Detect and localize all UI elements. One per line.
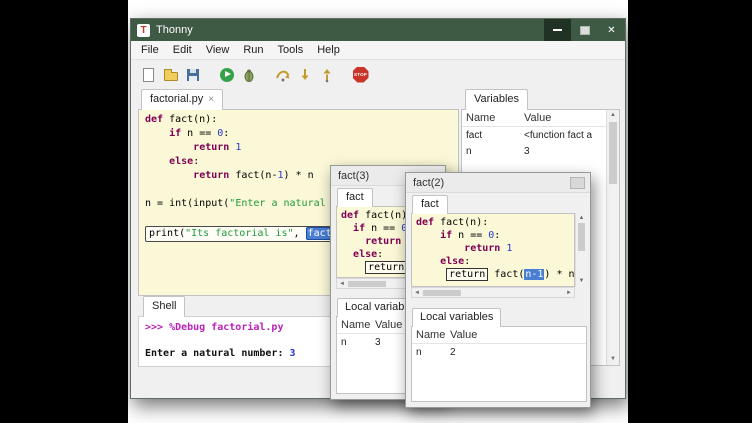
menu-item-view[interactable]: View — [199, 42, 237, 58]
table-cell: n — [462, 146, 520, 157]
tab-fact[interactable]: fact — [337, 188, 373, 207]
save-file-icon[interactable] — [184, 66, 201, 83]
title-bar[interactable]: T Thonny ✕ — [131, 19, 625, 41]
maximize-button[interactable] — [571, 19, 598, 41]
window-controls: ✕ — [544, 19, 625, 41]
table-row[interactable]: fact<function fact a — [462, 127, 606, 143]
scroll-right-icon[interactable]: ► — [566, 289, 572, 297]
variables-scrollbar[interactable]: ▲ ▼ — [606, 110, 619, 365]
maximize-icon — [580, 26, 590, 35]
scroll-left-icon[interactable]: ◄ — [339, 280, 345, 288]
column-header[interactable]: Name — [462, 112, 520, 124]
step-over-icon[interactable] — [274, 66, 291, 83]
scrollbar-thumb[interactable] — [609, 122, 617, 184]
code-line: if n == 0: — [145, 127, 458, 141]
minimize-button[interactable] — [544, 19, 571, 41]
run-script-icon[interactable] — [218, 66, 235, 83]
tab-variables[interactable]: Variables — [465, 89, 528, 110]
scrollbar-thumb[interactable] — [423, 290, 461, 296]
menu-item-run[interactable]: Run — [236, 42, 270, 58]
tab-shell[interactable]: Shell — [143, 296, 185, 317]
thonny-logo-icon: T — [137, 24, 150, 37]
toolbar: STOP — [131, 60, 625, 89]
minimize-icon — [553, 29, 562, 31]
scrollbar-thumb[interactable] — [578, 223, 585, 251]
step-into-icon[interactable] — [296, 66, 313, 83]
close-button[interactable]: ✕ — [598, 19, 625, 41]
table-cell: 3 — [520, 146, 606, 157]
scroll-up-icon[interactable]: ▲ — [607, 111, 619, 120]
table-cell: 2 — [446, 347, 586, 358]
active-statement: return — [365, 261, 407, 274]
tab-close-icon[interactable]: × — [208, 94, 214, 105]
tab-fact[interactable]: fact — [412, 195, 448, 214]
vertical-scrollbar[interactable]: ▲ ▼ — [575, 213, 587, 287]
scroll-down-icon[interactable]: ▼ — [607, 355, 619, 364]
window-title: Thonny — [156, 24, 193, 36]
menu-item-tools[interactable]: Tools — [271, 42, 311, 58]
table-cell: fact — [462, 130, 520, 141]
new-file-icon[interactable] — [140, 66, 157, 83]
table-header: NameValue — [462, 110, 606, 127]
table-row[interactable]: n2 — [412, 344, 586, 360]
code-line: return 1 — [416, 242, 574, 255]
horizontal-scrollbar[interactable]: ◄ ► — [411, 287, 575, 298]
frame-code-view[interactable]: def fact(n): if n == 0: return 1 else: r… — [411, 213, 575, 287]
screen: T Thonny ✕ FileEditViewRunToolsHelp — [0, 0, 752, 423]
selected-expression: n-1 — [524, 269, 544, 280]
open-file-icon[interactable] — [162, 66, 179, 83]
local-variables-table: NameValuen2 — [411, 326, 587, 402]
frame-title: fact(3) — [338, 170, 369, 182]
column-header[interactable]: Name — [337, 319, 371, 331]
stop-icon[interactable]: STOP — [352, 66, 369, 83]
table-cell: <function fact a — [520, 130, 606, 141]
menu-item-edit[interactable]: Edit — [166, 42, 199, 58]
code-line: return 1 — [145, 141, 458, 155]
frame-window-fact2: fact(2) fact def fact(n): if n == 0: ret… — [405, 172, 591, 408]
debug-script-icon[interactable] — [240, 66, 257, 83]
code-line: else: — [416, 255, 574, 268]
table-cell: n — [412, 347, 446, 358]
tab-label: factorial.py — [150, 93, 203, 105]
menu-bar: FileEditViewRunToolsHelp — [131, 41, 625, 60]
column-header[interactable]: Name — [412, 329, 446, 341]
scroll-left-icon[interactable]: ◄ — [414, 289, 420, 297]
code-line: def fact(n): — [416, 216, 574, 229]
frame-title: fact(2) — [413, 177, 444, 189]
scrollbar-thumb[interactable] — [348, 281, 386, 287]
table-row[interactable]: n3 — [462, 143, 606, 159]
table-cell: n — [337, 337, 371, 348]
menu-item-file[interactable]: File — [134, 42, 166, 58]
frame-window-button[interactable] — [570, 177, 585, 189]
menu-item-help[interactable]: Help — [310, 42, 347, 58]
tab-local-variables[interactable]: Local variables — [412, 308, 501, 327]
scroll-up-icon[interactable]: ▲ — [576, 214, 587, 223]
active-statement: return — [446, 268, 488, 281]
scroll-down-icon[interactable]: ▼ — [576, 277, 587, 286]
step-out-icon[interactable] — [318, 66, 335, 83]
tab-factorial-py[interactable]: factorial.py × — [141, 89, 223, 110]
code-line: def fact(n): — [145, 113, 458, 127]
column-header[interactable]: Value — [446, 329, 586, 341]
code-line: if n == 0: — [416, 229, 574, 242]
code-line: return fact(n-1) * n — [416, 268, 574, 281]
frame-title-bar[interactable]: fact(2) — [406, 173, 590, 193]
table-header: NameValue — [412, 327, 586, 344]
column-header[interactable]: Value — [520, 112, 606, 124]
